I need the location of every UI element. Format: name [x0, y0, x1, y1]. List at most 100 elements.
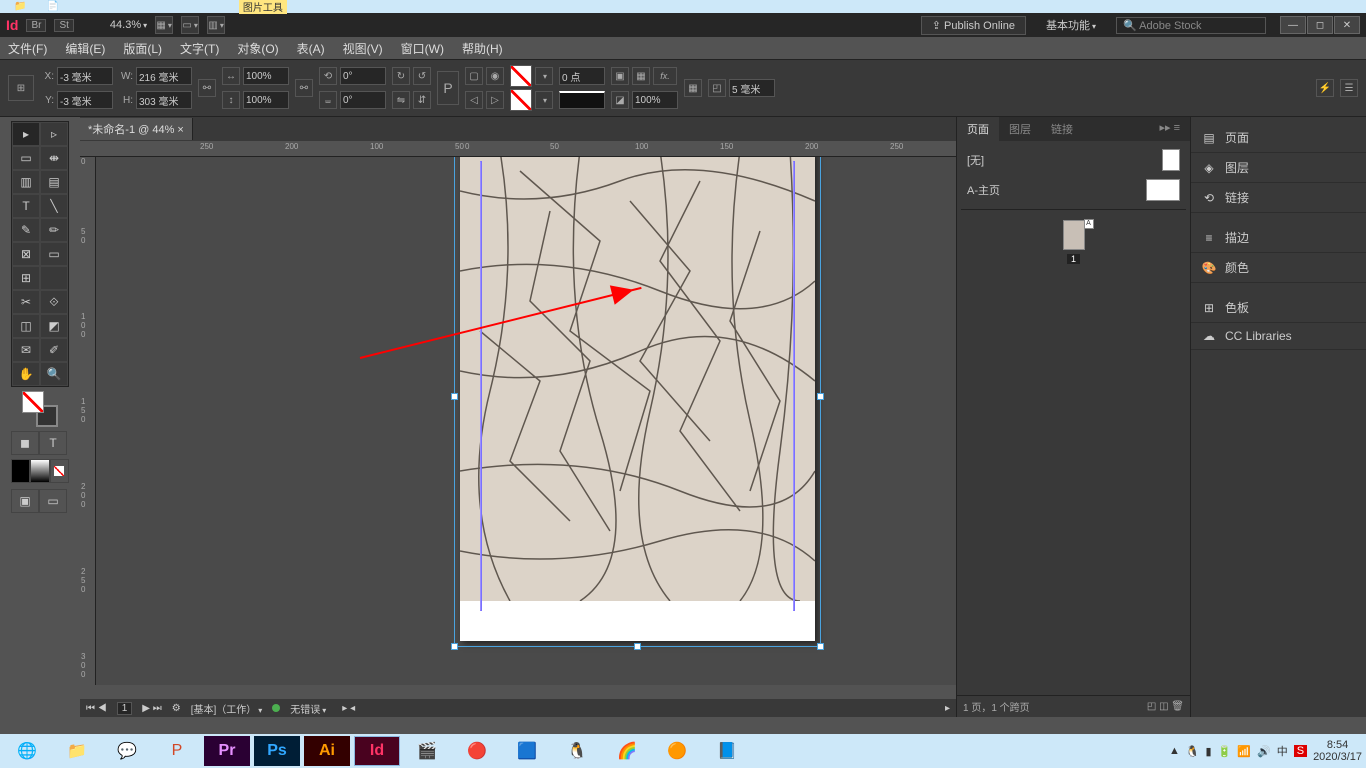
flip-h-icon[interactable]: ⇋ — [392, 91, 410, 109]
rotate-cw-icon[interactable]: ↻ — [392, 67, 410, 85]
taskbar-notes-icon[interactable]: 📘 — [704, 736, 750, 766]
tray-wifi-icon[interactable]: 📶 — [1237, 745, 1251, 758]
tray-lang-icon[interactable]: 中 — [1277, 743, 1288, 759]
dock-pages[interactable]: ▤页面 — [1191, 123, 1366, 153]
select-prev-icon[interactable]: ◁ — [465, 91, 483, 109]
menu-edit[interactable]: 编辑(E) — [65, 40, 105, 57]
opacity-field[interactable]: 100% — [632, 91, 678, 109]
menu-type[interactable]: 文字(T) — [180, 40, 219, 57]
select-next-icon[interactable]: ▷ — [486, 91, 504, 109]
new-page-icon[interactable]: ◫ — [1159, 701, 1168, 712]
tray-ime-icon[interactable]: S — [1294, 745, 1307, 757]
fill-swatch[interactable] — [510, 65, 532, 87]
flip-v-icon[interactable]: ⇵ — [413, 91, 431, 109]
gradient-swatch-tool[interactable]: ◫ — [12, 314, 40, 338]
content-placer-tool[interactable]: ▤ — [40, 170, 68, 194]
scissors-tool[interactable]: ✂ — [12, 290, 40, 314]
canvas[interactable]: 050100150200250300 — [80, 157, 956, 685]
view-options-icon[interactable]: ▦ — [155, 16, 173, 34]
table-cell-tool[interactable]: ⊞ — [12, 266, 40, 290]
h-field[interactable]: 303 毫米 — [136, 91, 192, 109]
rect-tool[interactable]: ▭ — [40, 242, 68, 266]
free-transform-tool[interactable]: ⟐ — [40, 290, 68, 314]
direct-selection-tool[interactable]: ▹ — [40, 122, 68, 146]
dock-cc-libraries[interactable]: ☁CC Libraries — [1191, 323, 1366, 350]
rect-frame-tool[interactable]: ⊠ — [12, 242, 40, 266]
scale-x-field[interactable]: 100% — [243, 67, 289, 85]
taskbar-chrome-icon[interactable]: 🌈 — [604, 736, 650, 766]
effects-button[interactable]: fx. — [653, 67, 677, 85]
hand-tool[interactable]: ✋ — [12, 362, 40, 386]
note-tool[interactable]: ✉ — [12, 338, 40, 362]
taskbar-qq-icon[interactable]: 🐧 — [554, 736, 600, 766]
constrain-scale-icon[interactable]: ⚯ — [295, 79, 313, 97]
taskbar-powerpoint-icon[interactable]: P — [154, 736, 200, 766]
taskbar-indesign-icon[interactable]: Id — [354, 736, 400, 766]
x-field[interactable]: -3 毫米 — [57, 67, 113, 85]
w-field[interactable]: 216 毫米 — [136, 67, 192, 85]
stock-button[interactable]: St — [54, 19, 73, 32]
taskbar-app2-icon[interactable]: 🟦 — [504, 736, 550, 766]
screen-mode-icon[interactable]: ▭ — [181, 16, 199, 34]
y-field[interactable]: -3 毫米 — [57, 91, 113, 109]
tray-qq-icon[interactable]: 🐧 — [1186, 745, 1200, 758]
scale-y-field[interactable]: 100% — [243, 91, 289, 109]
line-tool[interactable]: ╲ — [40, 194, 68, 218]
drop-shadow-icon[interactable]: ◪ — [611, 91, 629, 109]
menu-help[interactable]: 帮助(H) — [462, 40, 503, 57]
stroke-weight-field[interactable]: 0 点 — [559, 67, 605, 85]
close-button[interactable]: ✕ — [1334, 16, 1360, 34]
eyedropper-tool[interactable]: ✐ — [40, 338, 68, 362]
preview-view-icon[interactable]: ▭ — [39, 489, 67, 513]
wrap-none-icon[interactable]: ▣ — [611, 67, 629, 85]
corner-icon[interactable]: ◰ — [708, 79, 726, 97]
taskbar-photoshop-icon[interactable]: Ps — [254, 736, 300, 766]
taskbar-illustrator-icon[interactable]: Ai — [304, 736, 350, 766]
workspace-select[interactable]: 基本功能 — [1046, 17, 1096, 33]
type-tool[interactable]: T — [12, 194, 40, 218]
master-none-row[interactable]: [无] — [961, 145, 1186, 175]
dock-stroke[interactable]: ≡描边 — [1191, 223, 1366, 253]
edit-page-size-icon[interactable]: ◰ — [1147, 701, 1156, 712]
selection-tool[interactable]: ▸ — [12, 122, 40, 146]
tray-net-icon[interactable]: ▮ — [1206, 745, 1212, 758]
tray-expand-icon[interactable]: ▲ — [1169, 745, 1180, 757]
shear-field[interactable]: 0° — [340, 91, 386, 109]
pencil-tool[interactable]: ✏ — [40, 218, 68, 242]
apply-fill-icon[interactable] — [11, 459, 30, 483]
select-container-icon[interactable]: ▢ — [465, 67, 483, 85]
taskbar-explorer-icon[interactable]: 📁 — [54, 736, 100, 766]
menu-object[interactable]: 对象(O) — [237, 40, 278, 57]
constrain-icon[interactable]: ⚯ — [198, 79, 216, 97]
page-1-thumbnail[interactable]: A — [1063, 220, 1085, 250]
zoom-tool[interactable]: 🔍 — [40, 362, 68, 386]
content-collector-tool[interactable]: ▥ — [12, 170, 40, 194]
pages-panel-tab[interactable]: 页面 — [957, 117, 999, 141]
fill-stroke-control[interactable] — [22, 391, 58, 427]
preflight-preset[interactable]: [基本]（工作） — [191, 701, 263, 716]
blank-tool[interactable] — [40, 266, 68, 290]
tray-volume-icon[interactable]: 🔊 — [1257, 745, 1271, 758]
panel-menu-icon[interactable]: ☰ — [1340, 79, 1358, 97]
quick-apply-icon[interactable]: ⚡ — [1316, 79, 1334, 97]
page-number-field[interactable]: 1 — [117, 702, 133, 715]
minimize-button[interactable]: — — [1280, 16, 1306, 34]
select-content-icon[interactable]: ◉ — [486, 67, 504, 85]
pen-tool[interactable]: ✎ — [12, 218, 40, 242]
master-a-row[interactable]: A-主页 — [961, 175, 1186, 205]
taskbar-premiere-icon[interactable]: Pr — [204, 736, 250, 766]
links-panel-tab[interactable]: 链接 — [1041, 117, 1083, 141]
dock-layers[interactable]: ◈图层 — [1191, 153, 1366, 183]
wrap-bbox-icon[interactable]: ▦ — [632, 67, 650, 85]
preflight-errors[interactable]: 无错误 — [290, 701, 326, 716]
dock-links[interactable]: ⟲链接 — [1191, 183, 1366, 213]
arrange-docs-icon[interactable]: ▥ — [207, 16, 225, 34]
page-tool[interactable]: ▭ — [12, 146, 40, 170]
menu-layout[interactable]: 版面(L) — [123, 40, 162, 57]
gap-tool[interactable]: ⇼ — [40, 146, 68, 170]
text-wrap-icon[interactable]: ▦ — [684, 79, 702, 97]
menu-table[interactable]: 表(A) — [297, 40, 325, 57]
menu-view[interactable]: 视图(V) — [343, 40, 383, 57]
dock-color[interactable]: 🎨颜色 — [1191, 253, 1366, 283]
taskbar-video-icon[interactable]: 🎬 — [404, 736, 450, 766]
